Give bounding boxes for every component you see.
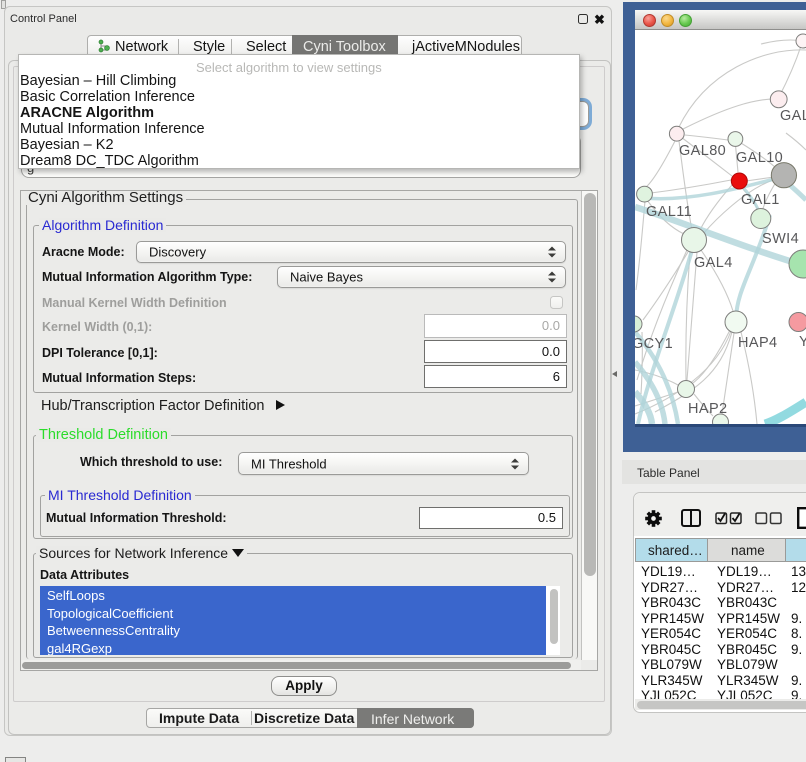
svg-text:GAL1: GAL1 [741,192,780,208]
svg-text:GAL80: GAL80 [679,143,726,159]
svg-text:SWI4: SWI4 [762,231,799,247]
svg-text:GAL: GAL [780,108,806,124]
svg-text:GCY1: GCY1 [635,336,673,352]
svg-text:HAP4: HAP4 [738,335,777,351]
svg-text:GAL4: GAL4 [694,255,733,271]
svg-text:GAL11: GAL11 [646,204,692,220]
svg-text:GAL10: GAL10 [736,150,783,166]
svg-text:Y: Y [799,334,806,350]
svg-text:HAP2: HAP2 [688,401,727,417]
